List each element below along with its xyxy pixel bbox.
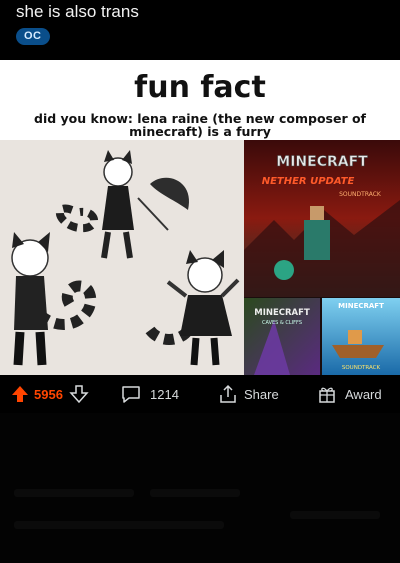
award-button[interactable]: Award <box>317 375 382 413</box>
upvote-icon[interactable] <box>10 384 30 404</box>
post-flair-badge[interactable]: OC <box>16 28 50 45</box>
aquatic-logo: MINECRAFT <box>338 302 384 310</box>
downvote-icon[interactable] <box>69 384 89 404</box>
character-art <box>0 140 244 375</box>
vote-count: 5956 <box>34 386 63 402</box>
faded-placeholder <box>150 489 240 497</box>
nether-subtitle: NETHER UPDATE <box>262 176 355 187</box>
caves-logo: MINECRAFT <box>254 308 310 318</box>
vote-group: 5956 <box>10 375 89 413</box>
comments-button[interactable]: 1214 <box>120 375 179 413</box>
share-button[interactable]: Share <box>218 375 279 413</box>
meme-title: fun fact <box>134 70 266 105</box>
comment-count: 1214 <box>150 386 179 402</box>
award-label: Award <box>345 386 382 402</box>
aquatic-tag: SOUNDTRACK <box>342 365 381 371</box>
character-right-illustration <box>145 250 240 366</box>
character-left-illustration <box>11 232 97 366</box>
nether-tag: SOUNDTRACK <box>339 191 382 198</box>
comment-icon <box>120 384 142 404</box>
nether-player-figure <box>304 220 330 260</box>
faded-placeholder <box>14 489 134 497</box>
nether-logo: MINECRAFT <box>276 154 368 170</box>
faded-comments-area <box>0 413 400 563</box>
faded-placeholder <box>14 521 224 529</box>
post-header: she is also trans OC <box>0 0 400 60</box>
post-action-bar: 5956 1214 Share Award <box>0 375 400 413</box>
post-title[interactable]: she is also trans <box>16 2 139 22</box>
meme-caption: did you know: lena raine (the new compos… <box>34 111 366 139</box>
character-top-illustration <box>56 150 190 259</box>
album-covers: MINECRAFT NETHER UPDATE SOUNDTRACK MINEC… <box>244 140 400 375</box>
share-icon <box>218 384 238 404</box>
caves-subtitle: CAVES & CLIFFS <box>262 320 302 326</box>
award-icon <box>317 384 337 404</box>
character-sketch-illustration <box>11 150 240 366</box>
faded-placeholder <box>290 511 380 519</box>
post-image[interactable]: fun fact did you know: lena raine (the n… <box>0 60 400 375</box>
album-covers-artwork: MINECRAFT NETHER UPDATE SOUNDTRACK MINEC… <box>244 140 400 375</box>
share-label: Share <box>244 386 279 402</box>
